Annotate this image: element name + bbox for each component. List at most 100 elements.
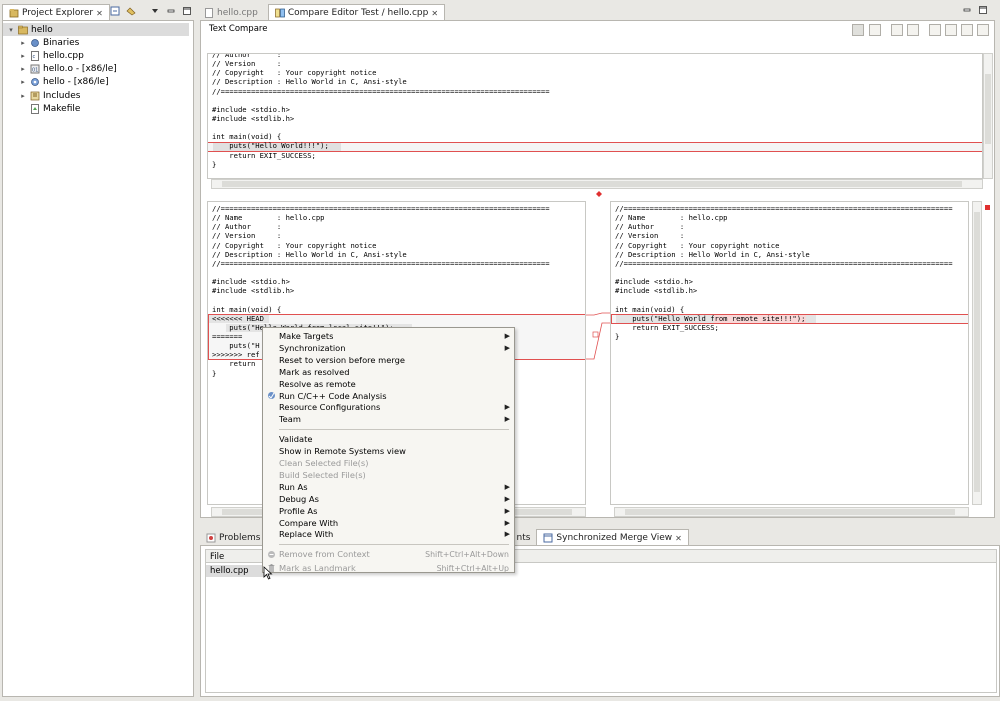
table-row[interactable]: hello.cpp bbox=[206, 565, 266, 577]
menu-item-resolve-as-remote[interactable]: Resolve as remote bbox=[263, 378, 514, 390]
menu-item-reset-to-version-before-merge[interactable]: Reset to version before merge bbox=[263, 354, 514, 366]
ancestor-hscroll[interactable] bbox=[211, 179, 983, 189]
menu-item-label: Run C/C++ Code Analysis bbox=[279, 390, 387, 401]
code-line: // Copyright : Your copyright notice bbox=[212, 240, 377, 250]
menu-item-resource-configurations[interactable]: Resource Configurations ▶ bbox=[263, 401, 514, 413]
tab-project-explorer[interactable]: Project Explorer ✕ bbox=[2, 4, 110, 21]
two-way-compare-icon[interactable] bbox=[852, 24, 864, 36]
link-with-editor-icon[interactable] bbox=[126, 6, 136, 16]
menu-item-synchronization[interactable]: Synchronization ▶ bbox=[263, 342, 514, 354]
menu-item-make-targets[interactable]: Make Targets ▶ bbox=[263, 330, 514, 342]
collapsed-arrow-icon[interactable]: ▸ bbox=[19, 65, 27, 73]
overview-ruler-marker[interactable] bbox=[985, 205, 990, 210]
remove-context-icon bbox=[267, 550, 276, 559]
minimize-icon[interactable] bbox=[962, 5, 972, 15]
menu-item-run-as[interactable]: Run As ▶ bbox=[263, 481, 514, 493]
show-ancestor-icon[interactable] bbox=[869, 24, 881, 36]
scroll-thumb[interactable] bbox=[985, 74, 991, 144]
menu-item-team[interactable]: Team ▶ bbox=[263, 413, 514, 425]
minimize-icon[interactable] bbox=[166, 6, 176, 16]
tree-item[interactable]: ▸ hello - [x86/le] bbox=[19, 76, 109, 89]
menu-item-profile-as[interactable]: Profile As ▶ bbox=[263, 505, 514, 517]
column-header-file[interactable]: File bbox=[210, 552, 224, 562]
menu-item-label: Make Targets bbox=[279, 331, 334, 341]
tree-item-label: hello.cpp bbox=[43, 50, 84, 61]
ancestor-pane[interactable]: // Author :// Version :// Copyright : Yo… bbox=[207, 53, 983, 179]
tree-item[interactable]: ▸ c hello.cpp bbox=[19, 49, 84, 62]
menu-item-label: Debug As bbox=[279, 493, 319, 504]
collapsed-arrow-icon[interactable]: ▸ bbox=[19, 92, 27, 100]
maximize-icon[interactable] bbox=[182, 6, 192, 16]
menu-item-label: Mark as Landmark bbox=[279, 563, 356, 574]
expanded-arrow-icon[interactable]: ▾ bbox=[7, 26, 15, 34]
collapse-all-icon[interactable] bbox=[110, 6, 120, 16]
collapsed-arrow-icon[interactable]: ▸ bbox=[19, 39, 27, 47]
remote-hscroll[interactable] bbox=[614, 507, 969, 517]
remote-vscroll[interactable] bbox=[972, 201, 982, 505]
tab-problems[interactable]: Problems bbox=[200, 529, 266, 546]
submenu-arrow-icon: ▶ bbox=[504, 403, 510, 412]
tab-hello-cpp[interactable]: hello.cpp bbox=[200, 4, 264, 21]
tab-label: nts bbox=[516, 532, 531, 543]
close-icon[interactable]: ✕ bbox=[431, 9, 438, 18]
code-line: #include <stdlib.h> bbox=[212, 286, 295, 296]
close-icon[interactable]: ✕ bbox=[675, 534, 682, 543]
close-icon[interactable]: ✕ bbox=[96, 9, 103, 18]
ancestor-vscroll[interactable] bbox=[983, 53, 993, 179]
scroll-thumb[interactable] bbox=[625, 509, 955, 515]
editor-tabbar: hello.cpp Compare Editor Test / hello.cp… bbox=[200, 3, 995, 21]
menu-item-validate[interactable]: Validate bbox=[263, 433, 514, 445]
collapsed-arrow-icon[interactable]: ▸ bbox=[19, 78, 27, 86]
code-line: // Version : bbox=[212, 231, 282, 241]
code-line: //======================================… bbox=[212, 86, 550, 96]
next-change-icon[interactable] bbox=[961, 24, 973, 36]
scroll-thumb[interactable] bbox=[974, 212, 980, 492]
code-line: // Description : Hello World in C, Ansi-… bbox=[212, 249, 407, 259]
menu-item-label: Show in Remote Systems view bbox=[279, 446, 406, 457]
menu-item-run-c-c-code-analysis[interactable]: Run C/C++ Code Analysis bbox=[263, 390, 514, 402]
menu-item-label: Build Selected File(s) bbox=[279, 469, 366, 480]
previous-change-icon[interactable] bbox=[977, 24, 989, 36]
project-explorer-icon bbox=[9, 8, 19, 18]
menu-item-debug-as[interactable]: Debug As ▶ bbox=[263, 493, 514, 505]
menu-item-label: Synchronization bbox=[279, 342, 346, 353]
tab-synchronized-merge-view[interactable]: Synchronized Merge View ✕ bbox=[536, 529, 689, 546]
center-sash[interactable] bbox=[594, 190, 604, 198]
menu-item-compare-with[interactable]: Compare With ▶ bbox=[263, 517, 514, 529]
menu-item-mark-as-resolved[interactable]: Mark as resolved bbox=[263, 366, 514, 378]
tab-label: Problems bbox=[219, 532, 261, 543]
code-line: // Description : Hello World in C, Ansi-… bbox=[615, 249, 810, 259]
tree-item[interactable]: ▸ Binaries bbox=[19, 36, 79, 49]
scroll-thumb[interactable] bbox=[222, 181, 962, 187]
compare-icon bbox=[274, 8, 285, 18]
copy-left-to-right-icon[interactable] bbox=[891, 24, 903, 36]
copy-right-to-left-icon[interactable] bbox=[907, 24, 919, 36]
tree-item[interactable]: Makefile bbox=[19, 102, 80, 115]
menu-item-shortcut: Shift+Ctrl+Alt+Up bbox=[436, 563, 509, 573]
menu-item-replace-with[interactable]: Replace With ▶ bbox=[263, 528, 514, 540]
maximize-icon[interactable] bbox=[978, 5, 988, 15]
tab-compare-editor[interactable]: Compare Editor Test / hello.cpp ✕ bbox=[267, 4, 446, 21]
ancestor-code: // Author :// Version :// Copyright : Yo… bbox=[212, 54, 550, 169]
tree-item-label: hello.o - [x86/le] bbox=[43, 64, 117, 75]
submenu-arrow-icon: ▶ bbox=[504, 494, 510, 503]
remote-pane[interactable]: //======================================… bbox=[610, 201, 969, 505]
tree-item[interactable]: ▸ Includes bbox=[19, 89, 80, 102]
view-menu-icon[interactable] bbox=[150, 6, 160, 16]
tree-item-label: hello - [x86/le] bbox=[43, 77, 109, 88]
collapsed-arrow-icon[interactable]: ▸ bbox=[19, 52, 27, 60]
code-line: } bbox=[212, 159, 217, 169]
menu-item-remove-from-context: Remove from Context Shift+Ctrl+Alt+Down bbox=[263, 548, 514, 560]
svg-text:c: c bbox=[33, 54, 36, 60]
tree-item[interactable]: ▾ hello bbox=[7, 23, 53, 36]
tab-events[interactable]: nts bbox=[514, 529, 532, 546]
cpp-file-icon: c bbox=[30, 50, 40, 61]
next-difference-icon[interactable] bbox=[929, 24, 941, 36]
code-line: #include <stdio.h> bbox=[212, 104, 290, 114]
previous-difference-icon[interactable] bbox=[945, 24, 957, 36]
tree-item[interactable]: ▸ 01 hello.o - [x86/le] bbox=[19, 63, 117, 76]
menu-item-label: Remove from Context bbox=[279, 549, 370, 560]
menu-item-show-in-remote-systems-view[interactable]: Show in Remote Systems view bbox=[263, 445, 514, 457]
